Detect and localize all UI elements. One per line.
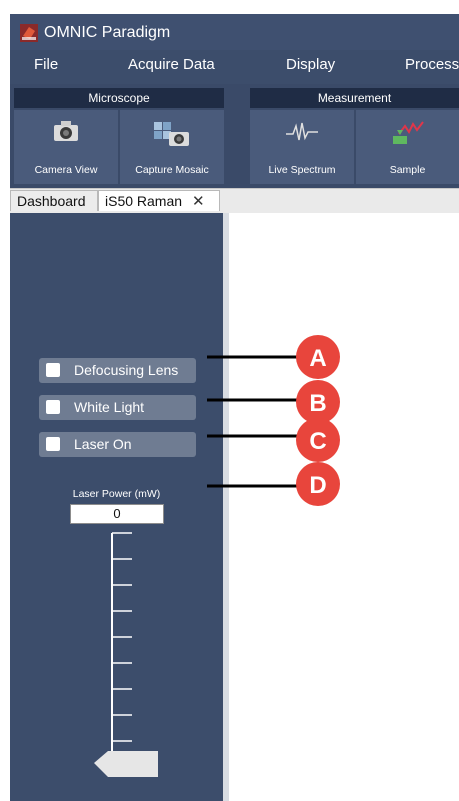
callout-overlay: A B C D: [207, 335, 340, 506]
callout-d: D: [207, 462, 340, 506]
callout-c: C: [207, 418, 340, 462]
callout-b: B: [207, 380, 340, 424]
callout-a-letter: A: [309, 345, 326, 372]
callout-b-letter: B: [309, 390, 326, 417]
callout-d-letter: D: [309, 472, 326, 499]
callout-a: A: [207, 335, 340, 379]
callout-c-letter: C: [309, 428, 326, 455]
